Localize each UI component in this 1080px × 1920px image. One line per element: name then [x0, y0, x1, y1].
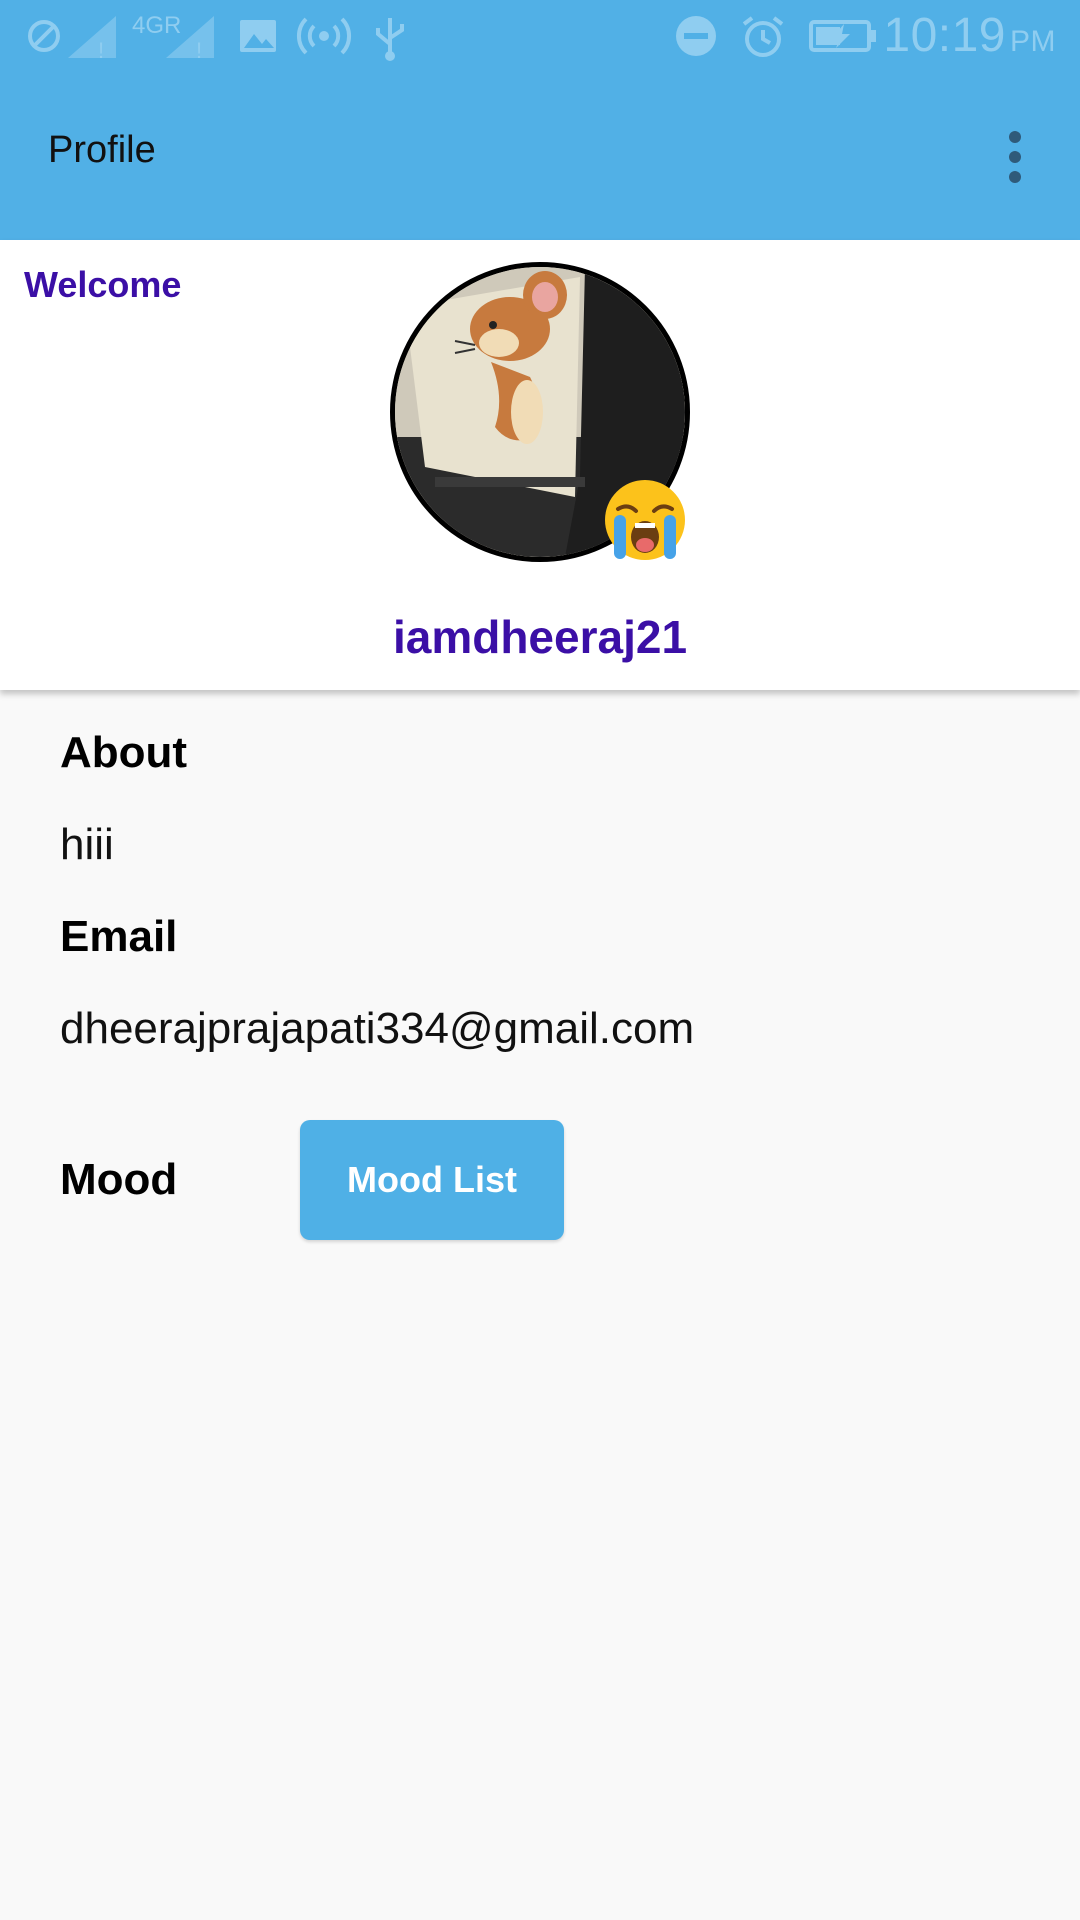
- alarm-icon: [740, 14, 786, 60]
- signal-sim2-icon: !: [164, 14, 220, 60]
- profile-header-card: Welcome iamdheeraj21: [0, 240, 1080, 690]
- svg-text:!: !: [196, 38, 202, 60]
- email-label: Email: [60, 912, 178, 961]
- about-value: hiii: [60, 820, 114, 869]
- status-time: 10:19 PM: [883, 9, 1056, 62]
- app-bar: Profile: [0, 75, 1080, 240]
- profile-screen: ! 4GR ! 10:19 PM Profile Welcome iamdhee…: [0, 0, 1080, 1920]
- status-ampm: PM: [1010, 25, 1056, 58]
- welcome-label: Welcome: [24, 264, 182, 305]
- app-bar-title: Profile: [48, 129, 156, 171]
- image-icon: [236, 14, 280, 58]
- block-icon: [26, 14, 62, 58]
- email-value: dheerajprajapati334@gmail.com: [60, 1004, 695, 1053]
- mood-list-button[interactable]: Mood List: [300, 1120, 564, 1240]
- usb-icon: [372, 14, 408, 62]
- battery-charging-icon: [808, 14, 878, 58]
- username: iamdheeraj21: [392, 611, 688, 663]
- signal-sim1-icon: !: [66, 14, 122, 60]
- more-vert-icon[interactable]: [980, 117, 1050, 197]
- svg-text:!: !: [98, 38, 104, 60]
- do-not-disturb-icon: [674, 14, 718, 58]
- about-label: About: [60, 728, 188, 777]
- mood-emoji-crying-icon: [600, 475, 690, 565]
- mood-label: Mood: [60, 1155, 178, 1204]
- status-bar: ! 4GR ! 10:19 PM: [0, 0, 1080, 75]
- hotspot-icon: [296, 14, 352, 58]
